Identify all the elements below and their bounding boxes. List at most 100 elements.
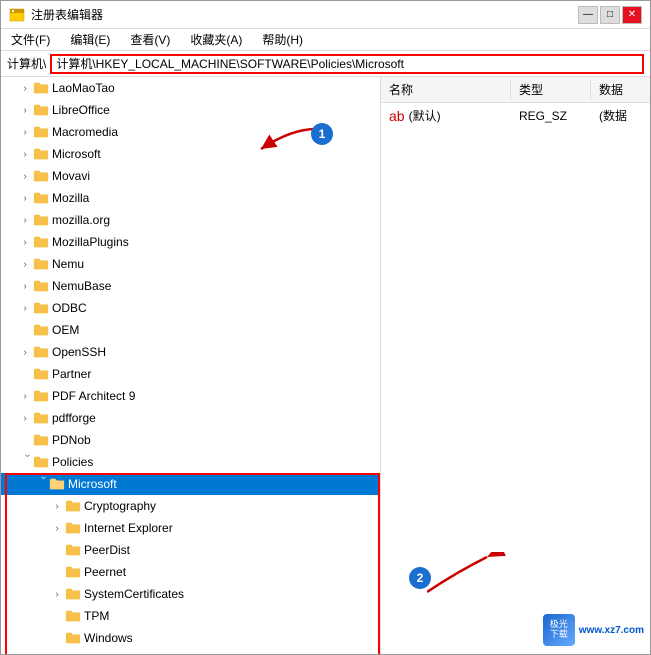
tree-item-peerdist[interactable]: › PeerDist <box>1 539 380 561</box>
expander-mozilla[interactable]: › <box>17 190 33 206</box>
expander-policies[interactable]: › <box>17 454 33 470</box>
item-label-nemu: Nemu <box>52 257 84 271</box>
item-label-tpm: TPM <box>84 609 109 623</box>
minimize-button[interactable]: — <box>578 6 598 24</box>
folder-icon-pdnob <box>33 433 49 447</box>
folder-icon-nemubase <box>33 279 49 293</box>
right-pane: 名称 类型 数据 ab (默认) REG_SZ (数据 2 <box>381 77 650 654</box>
item-label-libreoffice: LibreOffice <box>52 103 110 117</box>
folder-icon-microsoft <box>33 147 49 161</box>
tree-item-microsoft[interactable]: › Microsoft <box>1 143 380 165</box>
tree-item-windows[interactable]: › Windows <box>1 627 380 649</box>
folder-icon-macromedia <box>33 125 49 139</box>
maximize-button[interactable]: □ <box>600 6 620 24</box>
row-name-label: (默认) <box>409 107 441 124</box>
item-label-peerdist: PeerDist <box>84 543 130 557</box>
expander-microsoft[interactable]: › <box>17 146 33 162</box>
watermark-site: www.xz7.com <box>579 625 644 636</box>
expander-pdfarchitect9[interactable]: › <box>17 388 33 404</box>
expander-nemu[interactable]: › <box>17 256 33 272</box>
reg-value-icon: ab <box>389 108 405 124</box>
tree-item-pdfforge[interactable]: › pdfforge <box>1 407 380 429</box>
tree-item-mozillaplugins[interactable]: › MozillaPlugins <box>1 231 380 253</box>
item-label-mozilla: Mozilla <box>52 191 89 205</box>
item-label-macromedia: Macromedia <box>52 125 118 139</box>
expander-systemcertificates[interactable]: › <box>49 586 65 602</box>
menu-favorites[interactable]: 收藏夹(A) <box>186 30 246 49</box>
tree-item-movavi[interactable]: › Movavi <box>1 165 380 187</box>
left-pane: 1 › Lao <box>1 77 381 654</box>
item-label-oem: OEM <box>52 323 79 337</box>
menu-file[interactable]: 文件(F) <box>7 30 54 49</box>
tree-item-mozilla[interactable]: › Mozilla <box>1 187 380 209</box>
row-name: ab (默认) <box>381 105 511 126</box>
close-button[interactable]: ✕ <box>622 6 642 24</box>
expander-pdfforge[interactable]: › <box>17 410 33 426</box>
tree-item-windowsatp[interactable]: › Windows Advanced Threat Protection <box>1 649 380 654</box>
col-header-data: 数据 <box>591 79 650 100</box>
expander-odbc[interactable]: › <box>17 300 33 316</box>
item-label-microsoft: Microsoft <box>52 147 101 161</box>
menu-help[interactable]: 帮助(H) <box>258 30 307 49</box>
item-label-policies: Policies <box>52 455 93 469</box>
title-bar-left: 注册表编辑器 <box>9 6 103 23</box>
expander-laomaotao[interactable]: › <box>17 80 33 96</box>
folder-icon-oem <box>33 323 49 337</box>
highlighted-region: › Microsoft › Cryptography <box>1 473 380 654</box>
tree-item-odbc[interactable]: › ODBC <box>1 297 380 319</box>
item-label-windows: Windows <box>84 631 133 645</box>
annotation-1: 1 <box>311 123 333 145</box>
tree-item-partner[interactable]: › Partner <box>1 363 380 385</box>
expander-mozillaplugins[interactable]: › <box>17 234 33 250</box>
expander-mozillaorg[interactable]: › <box>17 212 33 228</box>
folder-icon-windowsatp <box>65 653 81 654</box>
folder-icon-odbc <box>33 301 49 315</box>
tree-item-mozillaorg[interactable]: › mozilla.org <box>1 209 380 231</box>
folder-icon-openssh <box>33 345 49 359</box>
tree-item-pdfarchitect9[interactable]: › PDF Architect 9 <box>1 385 380 407</box>
registry-editor-window: 注册表编辑器 — □ ✕ 文件(F) 编辑(E) 查看(V) 收藏夹(A) 帮助… <box>0 0 651 655</box>
right-pane-row: ab (默认) REG_SZ (数据 <box>381 103 650 128</box>
tree-item-laomaotao[interactable]: › LaoMaoTao <box>1 77 380 99</box>
tree-item-nemubase[interactable]: › NemuBase <box>1 275 380 297</box>
tree-item-internetexplorer[interactable]: › Internet Explorer <box>1 517 380 539</box>
tree-item-peernet[interactable]: › Peernet <box>1 561 380 583</box>
address-label: 计算机\ <box>7 55 46 72</box>
folder-icon-peernet <box>65 565 81 579</box>
expander-libreoffice[interactable]: › <box>17 102 33 118</box>
expander-openssh[interactable]: › <box>17 344 33 360</box>
tree-item-openssh[interactable]: › OpenSSH <box>1 341 380 363</box>
address-bar: 计算机\ <box>1 51 650 77</box>
folder-icon-mozillaorg <box>33 213 49 227</box>
folder-icon-internetexplorer <box>65 521 81 535</box>
folder-icon-systemcertificates <box>65 587 81 601</box>
expander-macromedia[interactable]: › <box>17 124 33 140</box>
address-input[interactable] <box>50 54 644 74</box>
tree-item-oem[interactable]: › OEM <box>1 319 380 341</box>
expander-nemubase[interactable]: › <box>17 278 33 294</box>
annotation-2-group: 2 <box>409 567 431 589</box>
menu-edit[interactable]: 编辑(E) <box>66 30 114 49</box>
item-label-microsoft2: Microsoft <box>68 477 117 491</box>
menu-view[interactable]: 查看(V) <box>126 30 174 49</box>
tree-item-libreoffice[interactable]: › LibreOffice <box>1 99 380 121</box>
expander-internetexplorer[interactable]: › <box>49 520 65 536</box>
tree-item-nemu[interactable]: › Nemu <box>1 253 380 275</box>
expander-cryptography[interactable]: › <box>49 498 65 514</box>
tree-item-systemcertificates[interactable]: › SystemCertificates <box>1 583 380 605</box>
main-content: 1 › Lao <box>1 77 650 654</box>
expander-movavi[interactable]: › <box>17 168 33 184</box>
item-label-mozillaplugins: MozillaPlugins <box>52 235 129 249</box>
folder-icon-policies <box>33 455 49 469</box>
tree-item-tpm[interactable]: › TPM <box>1 605 380 627</box>
folder-icon-mozilla <box>33 191 49 205</box>
expander-microsoft2[interactable]: › <box>33 476 49 492</box>
title-bar: 注册表编辑器 — □ ✕ <box>1 1 650 29</box>
tree-item-pdnob[interactable]: › PDNob <box>1 429 380 451</box>
folder-icon-nemu <box>33 257 49 271</box>
tree-item-policies[interactable]: › Policies <box>1 451 380 473</box>
annotation-2: 2 <box>409 567 431 589</box>
tree-item-microsoft2[interactable]: › Microsoft <box>1 473 380 495</box>
tree-item-cryptography[interactable]: › Cryptography <box>1 495 380 517</box>
folder-icon-movavi <box>33 169 49 183</box>
